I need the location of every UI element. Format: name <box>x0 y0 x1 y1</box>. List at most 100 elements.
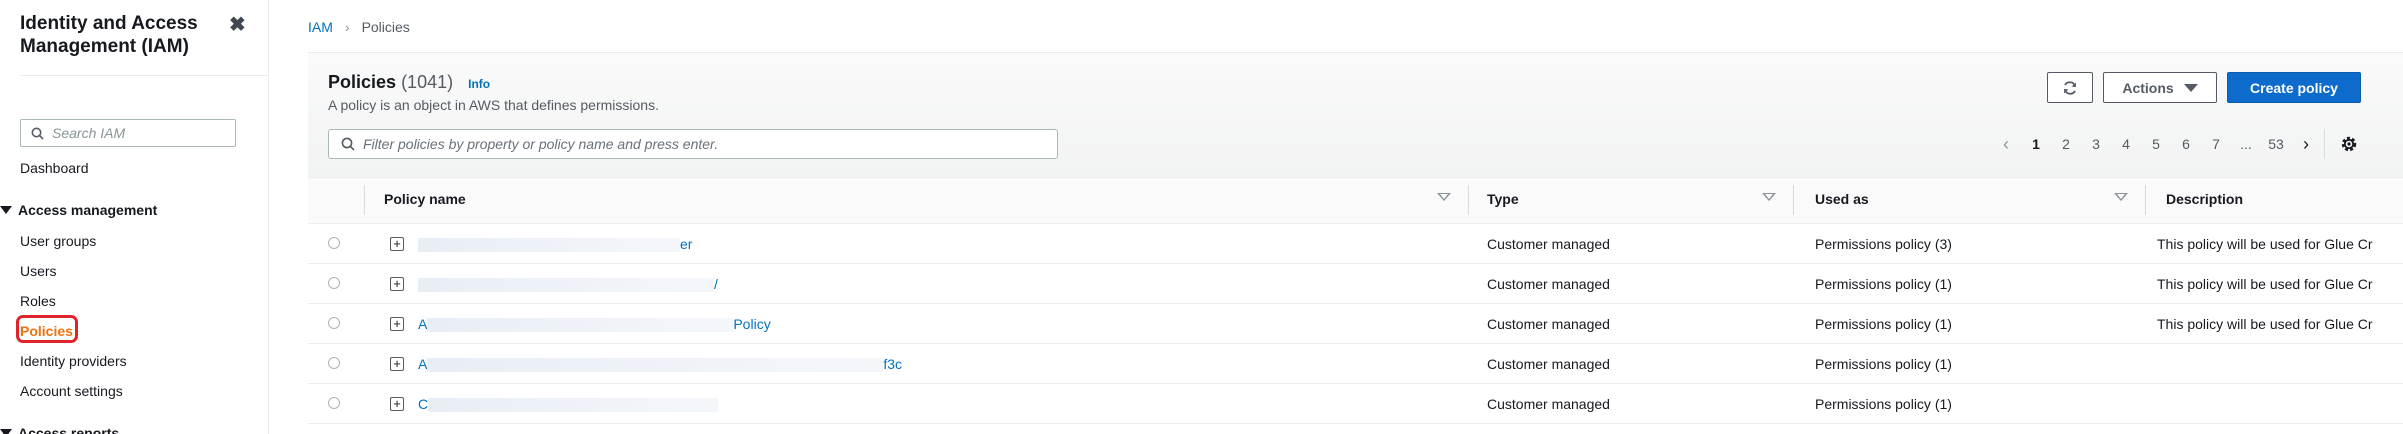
sidebar-search-placeholder: Search IAM <box>52 125 126 141</box>
filter-placeholder: Filter policies by property or policy na… <box>363 136 719 152</box>
policy-name-suffix: Policy <box>733 316 771 332</box>
redacted-text <box>427 358 884 373</box>
policy-count: (1041) <box>401 72 454 92</box>
policy-name-link[interactable]: / <box>418 276 718 293</box>
page-title-text: Policies <box>328 72 397 92</box>
page-6[interactable]: 6 <box>2171 136 2201 152</box>
nav-user-groups[interactable]: User groups <box>20 233 96 249</box>
page-3[interactable]: 3 <box>2081 136 2111 152</box>
column-policy-name[interactable]: Policy name <box>384 191 466 207</box>
policy-name-link[interactable]: A Policy <box>418 316 771 333</box>
expand-plus-icon[interactable]: + <box>390 317 404 331</box>
section-access-reports-label: Access reports <box>18 425 120 434</box>
column-used-as[interactable]: Used as <box>1815 191 1869 207</box>
breadcrumb-iam[interactable]: IAM <box>308 19 333 35</box>
refresh-button[interactable] <box>2047 72 2093 103</box>
nav-identity-providers[interactable]: Identity providers <box>20 353 127 369</box>
redacted-text <box>418 238 680 253</box>
caret-down-icon <box>0 429 12 434</box>
refresh-icon <box>2064 80 2076 95</box>
settings-gear-icon[interactable] <box>2338 133 2360 155</box>
page-title: Policies (1041) Info <box>328 72 490 93</box>
row-select-radio[interactable] <box>328 317 340 329</box>
chevron-left-icon[interactable]: ‹ <box>1991 134 2021 155</box>
pager-divider <box>2324 129 2325 159</box>
policy-name-suffix: er <box>680 236 693 252</box>
section-access-management[interactable]: Access management <box>0 202 157 218</box>
search-icon <box>31 127 44 140</box>
column-description[interactable]: Description <box>2166 191 2243 207</box>
page-7[interactable]: 7 <box>2201 136 2231 152</box>
section-access-reports[interactable]: Access reports <box>0 425 119 434</box>
close-icon[interactable]: ✖ <box>229 12 246 37</box>
policy-name-link[interactable]: er <box>418 236 693 253</box>
caret-down-icon <box>0 206 12 214</box>
row-select-radio[interactable] <box>328 357 340 369</box>
sidebar-search-input[interactable]: Search IAM <box>20 119 236 147</box>
table-header <box>308 177 2403 224</box>
nav-account-settings[interactable]: Account settings <box>20 383 123 399</box>
policy-used-as: Permissions policy (1) <box>1815 356 1952 372</box>
sidebar-title: Identity and Access Management (IAM) <box>20 13 198 57</box>
expand-plus-icon[interactable]: + <box>390 357 404 371</box>
row-select-radio[interactable] <box>328 237 340 249</box>
sort-icon[interactable] <box>1437 193 1451 201</box>
info-link[interactable]: Info <box>468 77 490 91</box>
actions-label: Actions <box>2122 79 2174 96</box>
policy-used-as: Permissions policy (1) <box>1815 396 1952 412</box>
row-select-radio[interactable] <box>328 397 340 409</box>
policy-description: This policy will be used for Glue Cr <box>2157 276 2373 292</box>
policy-name-suffix: f3c <box>883 356 903 372</box>
column-divider <box>1468 185 1469 215</box>
policy-type: Customer managed <box>1487 316 1610 332</box>
policy-used-as: Permissions policy (1) <box>1815 316 1952 332</box>
redacted-text <box>427 318 734 333</box>
expand-plus-icon[interactable]: + <box>390 277 404 291</box>
policy-type: Customer managed <box>1487 396 1610 412</box>
section-access-management-label: Access management <box>18 202 158 218</box>
actions-button[interactable]: Actions <box>2103 72 2217 103</box>
nav-users[interactable]: Users <box>20 263 57 279</box>
page-description: A policy is an object in AWS that define… <box>328 97 659 113</box>
column-divider <box>1793 185 1794 215</box>
pagination: ‹ 1 2 3 4 5 6 7 ... 53 › <box>1991 133 2321 155</box>
policy-used-as: Permissions policy (1) <box>1815 276 1952 292</box>
policy-name-link[interactable]: C <box>418 396 719 413</box>
caret-down-icon <box>2183 83 2198 92</box>
page-2[interactable]: 2 <box>2051 136 2081 152</box>
expand-plus-icon[interactable]: + <box>390 237 404 251</box>
policy-type: Customer managed <box>1487 236 1610 252</box>
breadcrumb-current: Policies <box>361 19 410 35</box>
filter-policies-input[interactable]: Filter policies by property or policy na… <box>328 129 1058 159</box>
chevron-right-icon: › <box>344 19 350 35</box>
redacted-text <box>418 278 714 293</box>
policy-type: Customer managed <box>1487 356 1610 372</box>
policy-name-link[interactable]: Af3c <box>418 356 903 373</box>
expand-plus-icon[interactable]: + <box>390 397 404 411</box>
page-ellipsis: ... <box>2240 136 2252 152</box>
column-divider <box>364 185 365 215</box>
breadcrumb: IAM › Policies <box>308 19 410 35</box>
page-1[interactable]: 1 <box>2021 136 2051 152</box>
nav-policies[interactable]: Policies <box>20 323 73 339</box>
page-5[interactable]: 5 <box>2141 136 2171 152</box>
chevron-right-icon[interactable]: › <box>2291 134 2321 155</box>
policy-description: This policy will be used for Glue Cr <box>2157 316 2373 332</box>
sidebar-divider <box>20 75 268 76</box>
sort-icon[interactable] <box>2114 193 2128 201</box>
page-53[interactable]: 53 <box>2261 136 2291 152</box>
policy-name-suffix: / <box>714 276 718 292</box>
nav-roles[interactable]: Roles <box>20 293 56 309</box>
sort-icon[interactable] <box>1762 193 1776 201</box>
column-type[interactable]: Type <box>1487 191 1519 207</box>
page-4[interactable]: 4 <box>2111 136 2141 152</box>
redacted-text <box>428 398 719 413</box>
column-divider <box>2145 185 2146 215</box>
nav-dashboard[interactable]: Dashboard <box>20 160 89 176</box>
sidebar: Identity and Access Management (IAM) ✖ S… <box>0 0 269 434</box>
row-select-radio[interactable] <box>328 277 340 289</box>
search-icon <box>341 137 355 151</box>
create-policy-button[interactable]: Create policy <box>2227 72 2361 103</box>
policy-type: Customer managed <box>1487 276 1610 292</box>
policy-name-prefix: C <box>418 396 429 412</box>
